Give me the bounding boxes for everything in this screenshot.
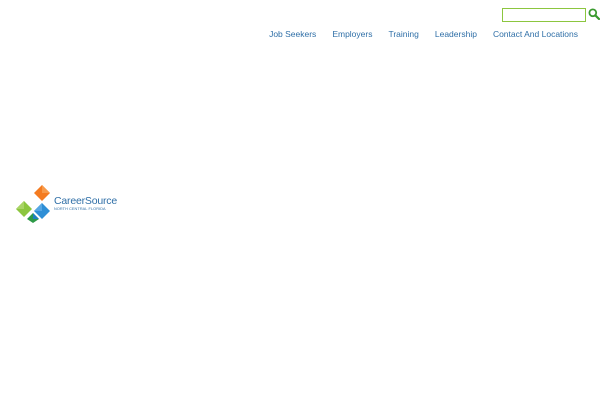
careersource-logo-mark: [16, 185, 50, 223]
main-nav: Job Seekers Employers Training Leadershi…: [261, 29, 578, 39]
logo-subtitle: NORTH CENTRAL FLORIDA: [54, 206, 106, 211]
search-icon: [588, 8, 600, 20]
search-button[interactable]: [587, 6, 600, 22]
nav-item-leadership[interactable]: Leadership: [427, 29, 485, 39]
nav-item-job-seekers[interactable]: Job Seekers: [261, 29, 324, 39]
logo[interactable]: CareerSource NORTH CENTRAL FLORIDA: [15, 184, 117, 224]
page: Job Seekers Employers Training Leadershi…: [0, 0, 600, 400]
search-input[interactable]: [502, 8, 586, 22]
nav-item-contact-and-locations[interactable]: Contact And Locations: [485, 29, 578, 39]
nav-item-training[interactable]: Training: [380, 29, 426, 39]
logo-name: CareerSource: [54, 194, 117, 207]
search-bar: [502, 8, 600, 22]
logo-text: CareerSource NORTH CENTRAL FLORIDA: [54, 195, 117, 212]
nav-item-employers[interactable]: Employers: [324, 29, 380, 39]
